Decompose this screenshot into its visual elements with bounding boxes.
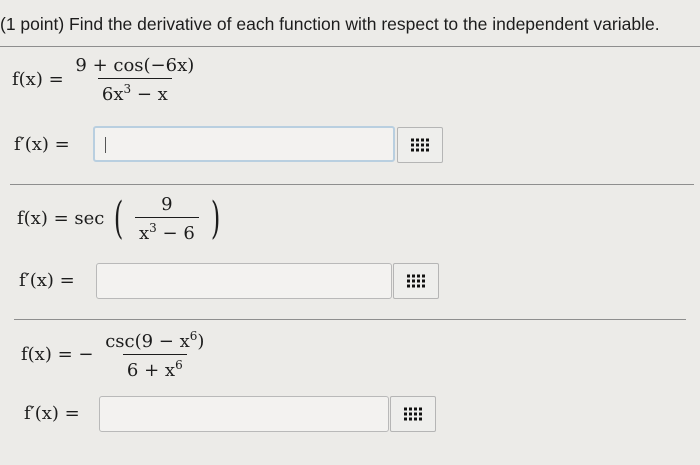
function-2-lhs: f(x) = sec xyxy=(17,208,105,229)
function-3-numerator: csc(9 − x6) xyxy=(105,329,205,352)
answer-1-input[interactable] xyxy=(93,126,395,162)
header-divider xyxy=(0,46,700,47)
function-2-fraction: 9 x3 − 6 xyxy=(135,194,199,244)
answer-2-label: f′(x) = xyxy=(19,270,75,291)
keypad-grid-icon xyxy=(404,407,422,421)
keypad-grid-icon xyxy=(407,274,425,288)
function-2: f(x) = sec ( 9 x3 − 6 ) xyxy=(17,194,224,244)
section-divider-1 xyxy=(10,184,694,185)
keypad-grid-icon xyxy=(411,138,429,152)
function-3-lhs: f(x) = − xyxy=(21,344,94,365)
function-3: f(x) = − csc(9 − x6) 6 + x6 xyxy=(21,329,210,381)
answer-3-label: f′(x) = xyxy=(24,403,80,424)
problem-header: (1 point) Find the derivative of each fu… xyxy=(0,14,660,34)
function-1-numerator: 9 + cos(−6x) xyxy=(75,55,195,76)
section-divider-2 xyxy=(14,319,686,320)
function-3-denominator: 6 + x6 xyxy=(122,354,187,381)
right-paren: ) xyxy=(210,193,220,244)
answer-3-input[interactable] xyxy=(99,396,389,432)
function-3-fraction: csc(9 − x6) 6 + x6 xyxy=(101,329,208,381)
function-1: f(x) = 9 + cos(−6x) 6x3 − x xyxy=(12,55,200,105)
function-2-denominator: x3 − 6 xyxy=(135,217,199,244)
answer-2-keypad-button[interactable] xyxy=(393,263,439,299)
answer-2-input[interactable] xyxy=(96,263,392,299)
function-1-denominator: 6x3 − x xyxy=(97,78,172,105)
left-paren: ( xyxy=(113,193,124,244)
answer-1-keypad-button[interactable] xyxy=(397,127,443,163)
function-1-lhs: f(x) = xyxy=(12,69,64,90)
answer-1-label: f′(x) = xyxy=(14,134,70,155)
function-2-numerator: 9 xyxy=(161,194,173,215)
function-1-fraction: 9 + cos(−6x) 6x3 − x xyxy=(71,55,198,105)
answer-3-keypad-button[interactable] xyxy=(390,396,436,432)
text-caret xyxy=(105,137,106,153)
